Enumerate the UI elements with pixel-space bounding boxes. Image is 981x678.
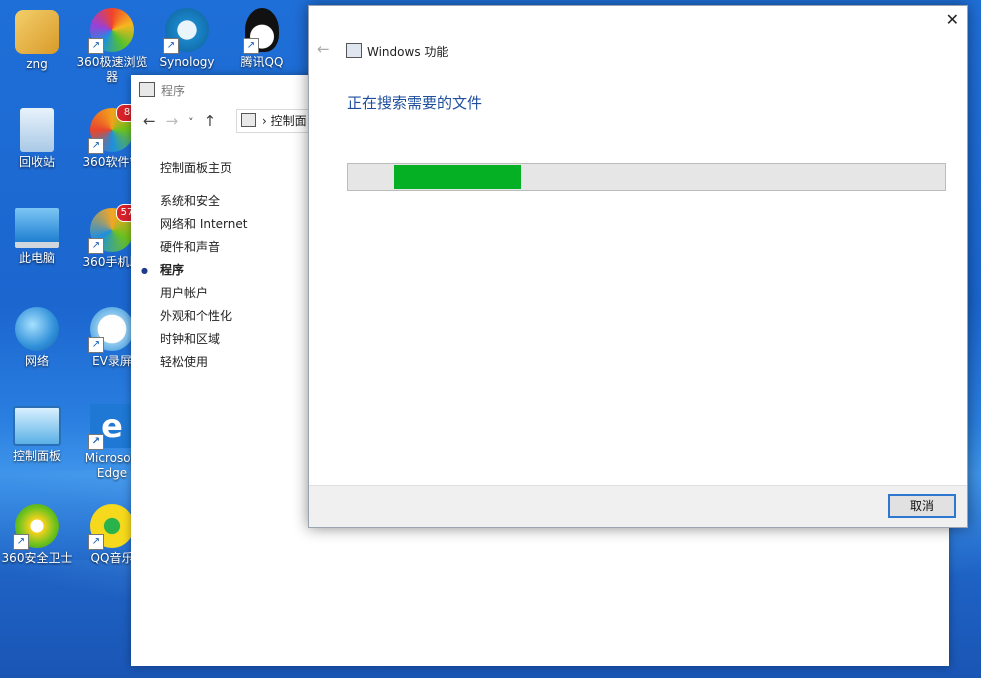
desktop-icon-360-security[interactable]: ↗ 360安全卫士 [0,504,74,566]
control-panel-icon [13,406,61,446]
watermark-url: jingyan.baidu.com [758,628,878,643]
desktop-icon-recycle-bin[interactable]: 回收站 [0,108,74,170]
ev-recorder-icon: ↗ [88,307,134,353]
dialog-footer: 取消 [309,485,967,527]
sidebar-item-appearance[interactable]: 外观和个性化 [160,305,247,328]
sidebar: 控制面板主页 系统和安全 网络和 Internet 硬件和声音 程序 用户帐户 … [141,157,248,374]
up-button[interactable]: ↑ [204,112,217,130]
desktop-icon-label: 网络 [24,354,49,368]
desktop-icon-label: 360安全卫士 [1,551,73,565]
user-folder-icon [15,10,59,54]
desktop-icon-label: 回收站 [18,155,55,169]
desktop-icon-label: 控制面板 [12,449,61,463]
desktop-icon-label: 此电脑 [18,251,55,265]
close-icon[interactable]: ✕ [946,10,959,29]
forward-button[interactable]: → [166,112,179,130]
desktop-icon-label: Synology [159,55,215,69]
desktop-icon-zng[interactable]: zng [0,10,74,72]
sidebar-home-link[interactable]: 控制面板主页 [160,157,247,180]
dialog-title: Windows 功能 [346,43,448,60]
back-arrow-icon[interactable]: ← [317,40,330,58]
sidebar-item-programs[interactable]: 程序 [141,259,247,282]
control-panel-title: 程序 [139,82,185,99]
desktop-icon-synology[interactable]: ↗ Synology [150,8,224,70]
sidebar-item-ease-of-access[interactable]: 轻松使用 [160,351,247,374]
sidebar-item-network[interactable]: 网络和 Internet [160,213,247,236]
back-button[interactable]: ← [143,112,156,130]
desktop-icon-label: zng [26,57,48,71]
synology-icon: ↗ [163,8,209,54]
desktop-icon-360-browser[interactable]: ↗ 360极速浏览器 [75,8,149,85]
sidebar-item-hardware-sound[interactable]: 硬件和声音 [160,236,247,259]
control-panel-icon [241,113,256,127]
sidebar-item-system-security[interactable]: 系统和安全 [160,190,247,213]
recent-locations-button[interactable]: ˅ [188,116,194,129]
edge-icon: e ↗ [88,404,134,450]
desktop-icon-control-panel[interactable]: 控制面板 [0,406,74,464]
progress-bar [347,163,946,191]
baidu-watermark: Baidu 经验 jingyan.baidu.com [755,588,944,643]
360-security-icon: ↗ [13,504,59,550]
cancel-button[interactable]: 取消 [888,494,956,518]
360-phone-icon: 57 ↗ [88,204,138,254]
control-panel-icon [139,82,155,97]
desktop-icon-network[interactable]: 网络 [0,307,74,369]
network-icon [15,307,59,351]
desktop-icon-qq[interactable]: ↗ 腾讯QQ [225,8,299,70]
windows-features-icon [346,43,362,58]
windows-features-dialog: ✕ ← Windows 功能 正在搜索需要的文件 取消 [308,5,968,528]
desktop-icon-this-pc[interactable]: 此电脑 [0,208,74,266]
this-pc-icon [15,208,59,248]
progress-bar-indicator [394,165,521,189]
sidebar-item-user-accounts[interactable]: 用户帐户 [160,282,247,305]
status-heading: 正在搜索需要的文件 [347,94,483,112]
sidebar-item-clock-region[interactable]: 时钟和区域 [160,328,247,351]
qq-icon: ↗ [243,8,279,54]
qq-music-icon: ↗ [88,504,134,550]
360-software-icon: 8 ↗ [88,104,138,154]
navigation-buttons: ← → ˅ ↑ [143,112,226,130]
address-text: › 控制面 [262,114,307,128]
360-browser-icon: ↗ [88,8,134,54]
desktop-icon-label: 腾讯QQ [240,55,284,69]
recycle-bin-icon [20,108,54,152]
